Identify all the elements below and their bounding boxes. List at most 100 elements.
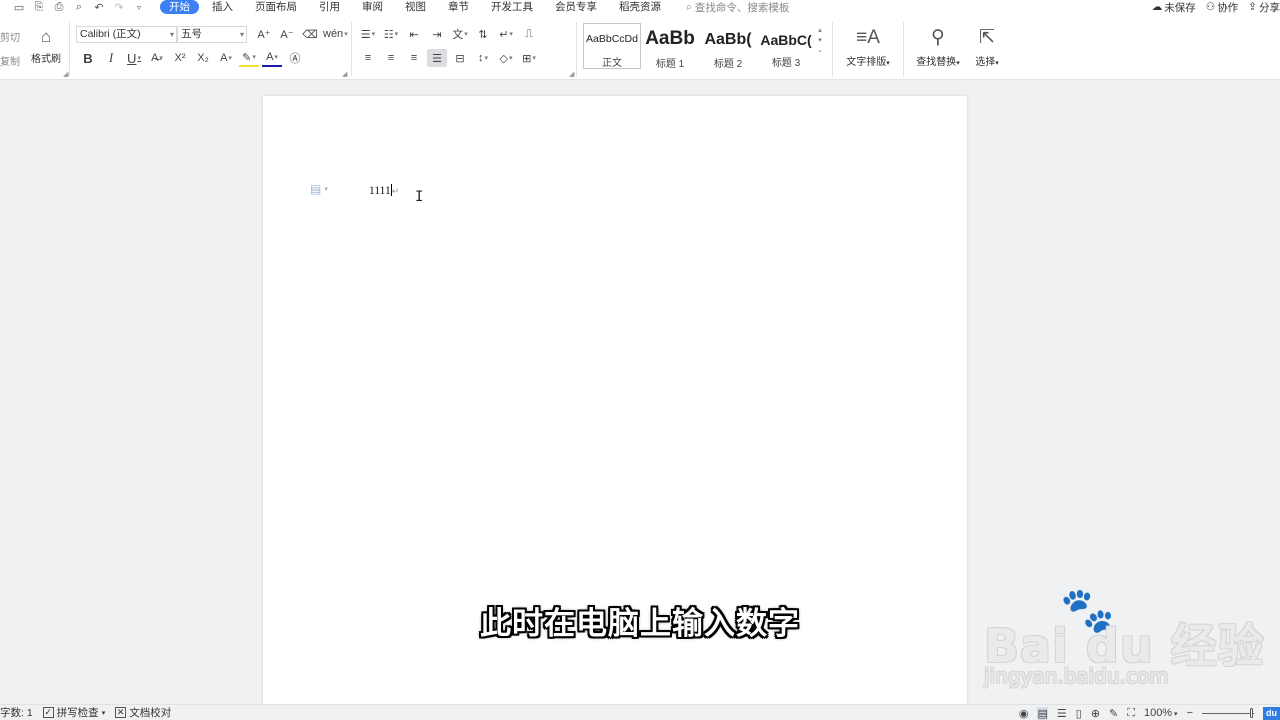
font-name-select[interactable]: Calibri (正文) ▾ xyxy=(76,26,177,43)
spell-check-button[interactable]: ✓ 拼写检查 ▾ xyxy=(42,705,105,720)
tab-view[interactable]: 视图 xyxy=(394,0,437,14)
cut-button[interactable]: 剪切 xyxy=(0,29,20,44)
borders-button[interactable]: ⊞ ▾ xyxy=(519,49,539,67)
tab-developer[interactable]: 开发工具 xyxy=(480,0,544,14)
shading-button[interactable]: ◇ ▾ xyxy=(496,49,516,67)
document-text-line[interactable]: 1111↵ xyxy=(369,184,399,197)
tab-stops-button[interactable]: ⎍ xyxy=(519,25,539,43)
zoom-slider[interactable] xyxy=(1202,707,1254,718)
style-heading-2[interactable]: AaBb( 标题 2 xyxy=(699,23,757,70)
font-color-button[interactable]: A ▾ xyxy=(262,49,282,67)
paragraph-buttons-bottom: ≡ ≡ ≡ ☰ ⊟ ↕ ▾ ◇ ▾ ⊞ ▾ xyxy=(358,49,542,67)
styles-scroll: ▴ ▾ ⌄ xyxy=(815,26,825,56)
write-view-icon[interactable]: ✎ xyxy=(1109,707,1118,720)
highlight-button[interactable]: ✎ ▾ xyxy=(239,49,259,67)
justify-button[interactable]: ☰ xyxy=(427,49,447,67)
outline-view-icon[interactable]: ☰ xyxy=(1057,707,1067,720)
increase-indent-button[interactable]: ⇥ xyxy=(427,25,447,43)
font-dialog-launcher-icon[interactable]: ◢ xyxy=(342,70,347,78)
tab-insert[interactable]: 插入 xyxy=(201,0,244,14)
command-search-placeholder: 查找命令、搜索模板 xyxy=(694,1,790,14)
underline-button[interactable]: U ▾ xyxy=(124,49,144,67)
styles-more-icon[interactable]: ⌄ xyxy=(815,46,825,56)
save-icon[interactable]: ▭ xyxy=(12,1,26,14)
page-view-icon[interactable]: ▤ xyxy=(1037,706,1048,720)
format-painter-button[interactable]: ⌂ 格式刷 xyxy=(30,26,62,65)
word-count[interactable]: 字数: 1 xyxy=(0,705,33,720)
bullet-list-button[interactable]: ☰ ▾ xyxy=(358,25,378,43)
unsaved-label: 未保存 xyxy=(1164,1,1196,14)
show-marks-button[interactable]: ↵ ▾ xyxy=(496,25,516,43)
text-layout-button[interactable]: ≡A 文字排版▾ xyxy=(840,26,896,68)
style-normal[interactable]: AaBbCcDd 正文 xyxy=(583,23,641,69)
style-heading-3[interactable]: AaBbC( 标题 3 xyxy=(757,23,815,69)
command-search[interactable]: ⌕ 查找命令、搜索模板 xyxy=(686,0,789,15)
undo-icon[interactable]: ↶ xyxy=(92,1,106,14)
chinese-layout-button[interactable]: 文 ▾ xyxy=(450,25,470,43)
strikethrough-button[interactable]: A̶ ▾ xyxy=(147,49,167,67)
doc-proof-button[interactable]: ✕ 文档校对 xyxy=(115,705,171,720)
tab-member[interactable]: 会员专享 xyxy=(544,0,608,14)
distributed-button[interactable]: ⊟ xyxy=(450,49,470,67)
tab-docer-resources[interactable]: 稻壳资源 xyxy=(608,0,672,14)
scroll-down-icon[interactable]: ▾ xyxy=(815,36,825,46)
zoom-out-icon[interactable]: − xyxy=(1187,707,1193,719)
select-label: 选择▾ xyxy=(975,57,999,68)
tab-home[interactable]: 开始 xyxy=(160,0,199,14)
clear-format-button[interactable]: ⌫ xyxy=(300,25,320,43)
align-center-button[interactable]: ≡ xyxy=(381,49,401,67)
export-pdf-icon[interactable]: ⎘ xyxy=(32,1,46,13)
phonetic-guide-button[interactable]: wén ▾ xyxy=(323,25,348,43)
superscript-button[interactable]: X² xyxy=(170,49,190,67)
style-sample: AaBb( xyxy=(704,31,752,48)
tab-references[interactable]: 引用 xyxy=(308,0,351,14)
share-button[interactable]: ⇪ 分享 xyxy=(1248,0,1280,15)
cloud-icon: ☁ xyxy=(1151,1,1163,13)
bold-button[interactable]: B xyxy=(78,49,98,67)
numbered-list-button[interactable]: ☷ ▾ xyxy=(381,25,401,43)
subscript-button[interactable]: X₂ xyxy=(193,49,213,67)
text-effect-button[interactable]: A ▾ xyxy=(216,49,236,67)
scroll-up-icon[interactable]: ▴ xyxy=(815,26,825,36)
find-replace-button[interactable]: ⚲ 查找替换▾ xyxy=(910,26,966,68)
italic-button[interactable]: I xyxy=(101,49,121,67)
people-icon: ⚇ xyxy=(1205,1,1216,13)
paragraph-dialog-launcher-icon[interactable]: ◢ xyxy=(569,70,574,78)
customize-dropdown-icon[interactable]: ▿ xyxy=(132,1,146,13)
search-icon: ⌕ xyxy=(686,0,692,13)
du-badge: du xyxy=(1263,706,1280,720)
font-size-select[interactable]: 五号 ▾ xyxy=(177,26,247,43)
fit-page-icon[interactable]: ⛶ xyxy=(1127,707,1135,720)
tab-page-layout[interactable]: 页面布局 xyxy=(244,0,308,14)
sort-button[interactable]: ⇅ xyxy=(473,25,493,43)
align-right-button[interactable]: ≡ xyxy=(404,49,424,67)
decrease-indent-button[interactable]: ⇤ xyxy=(404,25,424,43)
web-view-icon[interactable]: ⊕ xyxy=(1091,707,1100,720)
clipboard-dialog-launcher-icon[interactable]: ◢ xyxy=(63,70,68,78)
paragraph-mark-icon: ↵ xyxy=(391,186,400,196)
chevron-down-icon: ▾ xyxy=(324,186,328,193)
unsaved-button[interactable]: ☁ 未保存 xyxy=(1152,0,1196,15)
eye-protection-icon[interactable]: ◉ xyxy=(1019,707,1029,720)
paragraph-handle[interactable]: ▤ ▾ xyxy=(310,182,328,196)
collab-button[interactable]: ⚇ 协作 xyxy=(1206,0,1238,15)
print-preview-icon[interactable]: ⌕ xyxy=(72,1,86,13)
copy-button[interactable]: 复制 xyxy=(0,53,20,68)
print-icon[interactable]: ⎙ xyxy=(52,1,66,13)
select-button[interactable]: ⇱ 选择▾ xyxy=(970,26,1004,68)
tab-review[interactable]: 审阅 xyxy=(351,0,394,14)
char-border-button[interactable]: Ⓐ xyxy=(285,49,305,67)
grow-font-button[interactable]: A⁺ xyxy=(254,25,274,43)
zoom-slider-knob[interactable] xyxy=(1250,707,1253,718)
shrink-font-button[interactable]: A⁻ xyxy=(277,25,297,43)
line-spacing-button[interactable]: ↕ ▾ xyxy=(473,49,493,67)
redo-icon[interactable]: ↷ xyxy=(112,1,126,14)
style-heading-1[interactable]: AaBb 标题 1 xyxy=(641,23,699,70)
tab-chapter[interactable]: 章节 xyxy=(437,0,480,14)
zoom-level[interactable]: 100% ▾ xyxy=(1144,707,1178,719)
font-size-buttons: A⁺ A⁻ ⌫ wén ▾ xyxy=(254,25,351,43)
reading-view-icon[interactable]: ▯ xyxy=(1076,707,1082,720)
align-left-button[interactable]: ≡ xyxy=(358,49,378,67)
separator xyxy=(832,22,833,76)
proof-icon: ✕ xyxy=(115,707,127,718)
